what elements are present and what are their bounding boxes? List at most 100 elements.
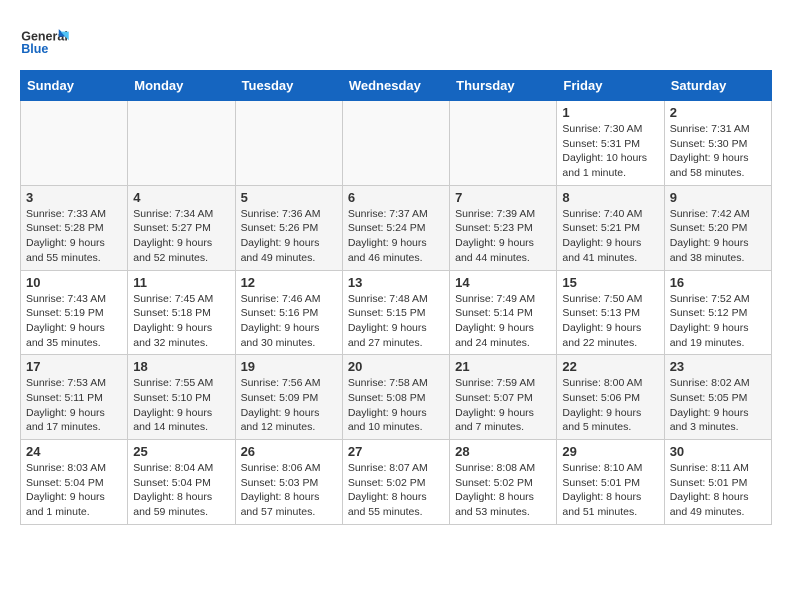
day-info: Sunrise: 8:10 AMSunset: 5:01 PMDaylight:…: [562, 461, 658, 520]
weekday-header-wednesday: Wednesday: [342, 71, 449, 101]
day-info: Sunrise: 7:43 AMSunset: 5:19 PMDaylight:…: [26, 292, 122, 351]
weekday-header-tuesday: Tuesday: [235, 71, 342, 101]
week-row-5: 24 Sunrise: 8:03 AMSunset: 5:04 PMDayligh…: [21, 440, 772, 525]
calendar-cell: 19 Sunrise: 7:56 AMSunset: 5:09 PMDayligh…: [235, 355, 342, 440]
calendar-cell: 13 Sunrise: 7:48 AMSunset: 5:15 PMDayligh…: [342, 270, 449, 355]
day-number: 4: [133, 190, 229, 205]
day-number: 1: [562, 105, 658, 120]
calendar-cell: 15 Sunrise: 7:50 AMSunset: 5:13 PMDayligh…: [557, 270, 664, 355]
calendar-cell: 11 Sunrise: 7:45 AMSunset: 5:18 PMDayligh…: [128, 270, 235, 355]
day-info: Sunrise: 7:39 AMSunset: 5:23 PMDaylight:…: [455, 207, 551, 266]
calendar-cell: 2 Sunrise: 7:31 AMSunset: 5:30 PMDaylight…: [664, 101, 771, 186]
day-number: 3: [26, 190, 122, 205]
day-info: Sunrise: 7:55 AMSunset: 5:10 PMDaylight:…: [133, 376, 229, 435]
day-info: Sunrise: 8:03 AMSunset: 5:04 PMDaylight:…: [26, 461, 122, 520]
calendar-cell: 6 Sunrise: 7:37 AMSunset: 5:24 PMDaylight…: [342, 185, 449, 270]
calendar-cell: 21 Sunrise: 7:59 AMSunset: 5:07 PMDayligh…: [450, 355, 557, 440]
week-row-3: 10 Sunrise: 7:43 AMSunset: 5:19 PMDayligh…: [21, 270, 772, 355]
day-info: Sunrise: 7:42 AMSunset: 5:20 PMDaylight:…: [670, 207, 766, 266]
day-number: 22: [562, 359, 658, 374]
calendar-table: SundayMondayTuesdayWednesdayThursdayFrid…: [20, 70, 772, 525]
day-info: Sunrise: 8:06 AMSunset: 5:03 PMDaylight:…: [241, 461, 337, 520]
calendar-cell: 14 Sunrise: 7:49 AMSunset: 5:14 PMDayligh…: [450, 270, 557, 355]
day-info: Sunrise: 7:50 AMSunset: 5:13 PMDaylight:…: [562, 292, 658, 351]
day-info: Sunrise: 7:56 AMSunset: 5:09 PMDaylight:…: [241, 376, 337, 435]
day-info: Sunrise: 7:49 AMSunset: 5:14 PMDaylight:…: [455, 292, 551, 351]
calendar-cell: 7 Sunrise: 7:39 AMSunset: 5:23 PMDaylight…: [450, 185, 557, 270]
day-info: Sunrise: 7:31 AMSunset: 5:30 PMDaylight:…: [670, 122, 766, 181]
day-number: 29: [562, 444, 658, 459]
header: General Blue: [20, 20, 772, 60]
day-info: Sunrise: 7:45 AMSunset: 5:18 PMDaylight:…: [133, 292, 229, 351]
calendar-cell: 12 Sunrise: 7:46 AMSunset: 5:16 PMDayligh…: [235, 270, 342, 355]
calendar-cell: 22 Sunrise: 8:00 AMSunset: 5:06 PMDayligh…: [557, 355, 664, 440]
day-number: 14: [455, 275, 551, 290]
day-number: 5: [241, 190, 337, 205]
weekday-header-saturday: Saturday: [664, 71, 771, 101]
day-info: Sunrise: 8:07 AMSunset: 5:02 PMDaylight:…: [348, 461, 444, 520]
day-info: Sunrise: 7:37 AMSunset: 5:24 PMDaylight:…: [348, 207, 444, 266]
day-info: Sunrise: 7:48 AMSunset: 5:15 PMDaylight:…: [348, 292, 444, 351]
page: General Blue SundayMondayTuesdayWednesda…: [0, 0, 792, 535]
calendar-cell: 16Sunrise: 7:52 AMSunset: 5:12 PMDayligh…: [664, 270, 771, 355]
calendar-cell: 27Sunrise: 8:07 AMSunset: 5:02 PMDayligh…: [342, 440, 449, 525]
day-info: Sunrise: 8:11 AMSunset: 5:01 PMDaylight:…: [670, 461, 766, 520]
calendar-cell: 29 Sunrise: 8:10 AMSunset: 5:01 PMDayligh…: [557, 440, 664, 525]
week-row-2: 3 Sunrise: 7:33 AMSunset: 5:28 PMDaylight…: [21, 185, 772, 270]
day-number: 25: [133, 444, 229, 459]
day-number: 12: [241, 275, 337, 290]
day-info: Sunrise: 7:58 AMSunset: 5:08 PMDaylight:…: [348, 376, 444, 435]
day-number: 16: [670, 275, 766, 290]
calendar-cell: 20Sunrise: 7:58 AMSunset: 5:08 PMDayligh…: [342, 355, 449, 440]
day-number: 24: [26, 444, 122, 459]
calendar-cell: 4Sunrise: 7:34 AMSunset: 5:27 PMDaylight…: [128, 185, 235, 270]
calendar-cell: 18 Sunrise: 7:55 AMSunset: 5:10 PMDayligh…: [128, 355, 235, 440]
day-number: 15: [562, 275, 658, 290]
day-number: 11: [133, 275, 229, 290]
calendar-cell: [342, 101, 449, 186]
day-info: Sunrise: 7:46 AMSunset: 5:16 PMDaylight:…: [241, 292, 337, 351]
day-number: 21: [455, 359, 551, 374]
day-number: 6: [348, 190, 444, 205]
week-row-1: 1Sunrise: 7:30 AMSunset: 5:31 PMDaylight…: [21, 101, 772, 186]
day-number: 28: [455, 444, 551, 459]
logo: General Blue: [20, 20, 70, 60]
weekday-header-monday: Monday: [128, 71, 235, 101]
calendar-cell: 17 Sunrise: 7:53 AMSunset: 5:11 PMDayligh…: [21, 355, 128, 440]
day-number: 10: [26, 275, 122, 290]
weekday-header-row: SundayMondayTuesdayWednesdayThursdayFrid…: [21, 71, 772, 101]
calendar-cell: 25Sunrise: 8:04 AMSunset: 5:04 PMDayligh…: [128, 440, 235, 525]
calendar-cell: 24 Sunrise: 8:03 AMSunset: 5:04 PMDayligh…: [21, 440, 128, 525]
day-info: Sunrise: 8:00 AMSunset: 5:06 PMDaylight:…: [562, 376, 658, 435]
day-number: 19: [241, 359, 337, 374]
calendar-cell: 1Sunrise: 7:30 AMSunset: 5:31 PMDaylight…: [557, 101, 664, 186]
calendar-cell: 28Sunrise: 8:08 AMSunset: 5:02 PMDayligh…: [450, 440, 557, 525]
day-info: Sunrise: 7:59 AMSunset: 5:07 PMDaylight:…: [455, 376, 551, 435]
day-number: 9: [670, 190, 766, 205]
calendar-cell: [21, 101, 128, 186]
day-info: Sunrise: 7:33 AMSunset: 5:28 PMDaylight:…: [26, 207, 122, 266]
day-number: 18: [133, 359, 229, 374]
logo-svg: General Blue: [20, 20, 70, 60]
day-info: Sunrise: 7:53 AMSunset: 5:11 PMDaylight:…: [26, 376, 122, 435]
calendar-cell: 10 Sunrise: 7:43 AMSunset: 5:19 PMDayligh…: [21, 270, 128, 355]
day-number: 2: [670, 105, 766, 120]
calendar-cell: [128, 101, 235, 186]
week-row-4: 17 Sunrise: 7:53 AMSunset: 5:11 PMDayligh…: [21, 355, 772, 440]
calendar-cell: 26Sunrise: 8:06 AMSunset: 5:03 PMDayligh…: [235, 440, 342, 525]
calendar-cell: 3 Sunrise: 7:33 AMSunset: 5:28 PMDaylight…: [21, 185, 128, 270]
day-info: Sunrise: 8:02 AMSunset: 5:05 PMDaylight:…: [670, 376, 766, 435]
day-number: 8: [562, 190, 658, 205]
calendar-cell: [450, 101, 557, 186]
day-number: 7: [455, 190, 551, 205]
calendar-cell: 8 Sunrise: 7:40 AMSunset: 5:21 PMDaylight…: [557, 185, 664, 270]
day-number: 13: [348, 275, 444, 290]
day-number: 17: [26, 359, 122, 374]
weekday-header-thursday: Thursday: [450, 71, 557, 101]
calendar-cell: 23Sunrise: 8:02 AMSunset: 5:05 PMDayligh…: [664, 355, 771, 440]
day-info: Sunrise: 7:40 AMSunset: 5:21 PMDaylight:…: [562, 207, 658, 266]
svg-text:Blue: Blue: [21, 42, 48, 56]
weekday-header-friday: Friday: [557, 71, 664, 101]
calendar-cell: 5Sunrise: 7:36 AMSunset: 5:26 PMDaylight…: [235, 185, 342, 270]
day-number: 30: [670, 444, 766, 459]
